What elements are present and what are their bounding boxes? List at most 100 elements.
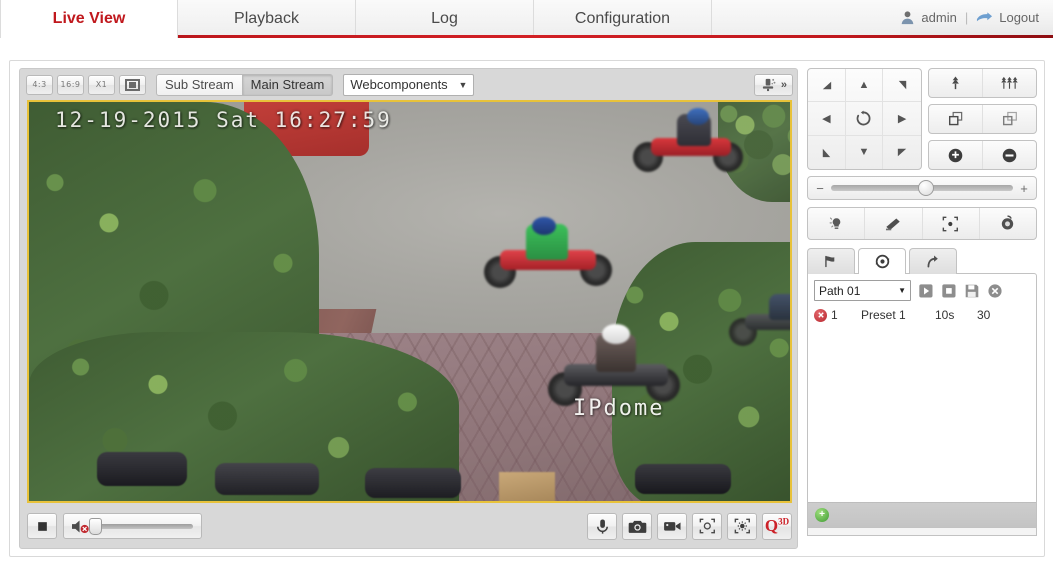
patrol-row-preset: Preset 1 [861,308,906,322]
ptz-down-left-button[interactable] [808,135,846,169]
sub-stream-label: Sub Stream [165,77,234,92]
zoom-out-button[interactable] [982,69,1036,97]
arrow-up-right-icon [896,79,909,92]
arrow-up-left-icon [820,79,833,92]
aspect-original-label: X1 [95,80,108,89]
tab-log[interactable]: Log [356,0,534,38]
wiper-button[interactable] [864,208,921,239]
main-stream-button[interactable]: Main Stream [242,73,334,96]
ptz-panel-footer [807,528,1037,536]
wiper-icon [884,216,903,232]
volume-slider-handle[interactable] [89,517,102,535]
ptz-auto-scan-button[interactable] [845,102,884,136]
iris-open-button[interactable] [929,141,982,169]
logout-arrow-icon[interactable] [976,11,993,25]
aspect-4-3-button[interactable]: 4:3 [26,74,53,95]
zoom-in-tree-icon [948,75,963,91]
content-frame: 4:3 16:9 X1 Sub Stream Main Stream Webco… [9,60,1045,557]
video-display[interactable]: 12-19-2015 Sat 16:27:59 IPdome [27,100,792,503]
q3d-icon: Q3D [764,516,790,535]
ptz-speed-slider[interactable]: − + [807,176,1037,200]
patrol-tab[interactable] [858,248,906,274]
save-patrol-button[interactable] [963,282,980,299]
stream-selector: Sub Stream Main Stream [156,73,334,96]
player-bar-right: Q3D [587,512,792,540]
arrow-down-icon: ▼ [858,146,870,159]
image-adjust-button[interactable] [727,512,757,540]
table-row[interactable]: 1 Preset 1 10s 30 [808,305,1036,325]
ptz-zoom-focus-iris [928,68,1037,170]
auxiliary-focus-button[interactable] [921,208,979,239]
fullscreen-button[interactable] [119,74,146,95]
lens-initialization-button[interactable] [978,208,1036,239]
arrow-down-right-icon [896,146,909,159]
page-body: 4:3 16:9 X1 Sub Stream Main Stream Webco… [0,41,1053,567]
ptz-right-button[interactable]: ▶ [883,102,921,136]
patrol-row-dwell: 10s [935,308,955,322]
stop-button[interactable] [27,513,57,539]
delete-patrol-button[interactable] [986,282,1003,299]
microphone-button[interactable] [587,512,617,540]
3d-positioning-button[interactable]: Q3D [762,512,792,540]
digital-zoom-button[interactable] [692,512,722,540]
video-scene [29,102,790,501]
speed-decrease-label[interactable]: − [816,181,824,196]
ptz-left-button[interactable]: ◀ [808,102,846,136]
snapshot-button[interactable] [622,512,652,540]
ptz-panel: ▲ ◀ ▶ ▼ − + Path 01 ▼ 1 Preset 1 10s 30 … [807,68,1037,549]
ptz-focus-row [928,104,1037,134]
stop-patrol-button[interactable] [940,282,957,299]
microphone-icon [595,518,610,535]
focus-near-button[interactable] [929,105,982,133]
start-patrol-button[interactable] [917,282,934,299]
player-bar: Q3D [27,509,792,543]
patrol-path-select[interactable]: Path 01 ▼ [814,280,911,301]
pattern-arrow-icon [925,254,942,270]
volume-slider-track[interactable] [89,517,193,535]
delete-row-icon[interactable] [814,308,827,322]
ptz-auxiliary-row [807,207,1037,240]
focus-far-button[interactable] [982,105,1036,133]
light-bulb-icon [828,215,845,232]
lens-expand-button[interactable]: » [753,73,793,96]
auto-focus-icon [942,216,959,232]
lens-init-icon [999,215,1016,232]
tab-configuration[interactable]: Configuration [534,0,712,38]
lens-icon [760,77,777,92]
record-button[interactable] [657,512,687,540]
chevron-down-icon: ▼ [458,79,468,90]
volume-control[interactable] [63,513,202,539]
sub-stream-button[interactable]: Sub Stream [156,73,243,96]
speed-slider-handle[interactable] [918,180,935,196]
scene-motorbike-4 [729,292,790,348]
logout-button[interactable]: Logout [999,10,1039,25]
add-patrol-point-button[interactable]: + [815,508,829,522]
user-separator: | [964,10,969,25]
ptz-down-right-button[interactable] [883,136,921,169]
light-button[interactable] [808,208,864,239]
preset-tab[interactable] [807,248,855,274]
plugin-select[interactable]: Webcomponents ▼ [343,73,475,96]
main-stream-label: Main Stream [250,77,325,92]
scene-motorbike-2 [484,217,624,292]
ptz-down-button[interactable]: ▼ [846,135,884,169]
tab-playback[interactable]: Playback [178,0,356,38]
ptz-direction-pad: ▲ ◀ ▶ ▼ [807,68,922,170]
tab-live-view[interactable]: Live View [0,0,178,38]
aspect-4-3-label: 4:3 [32,80,47,89]
patrol-add-bar: + [808,502,1036,527]
ptz-up-right-button[interactable] [883,69,921,103]
ptz-up-left-button[interactable] [808,69,846,103]
aspect-16-9-button[interactable]: 16:9 [57,74,84,95]
pattern-tab[interactable] [909,248,957,274]
aspect-original-button[interactable]: X1 [88,74,115,95]
ptz-zoom-row [928,68,1037,98]
speed-increase-label[interactable]: + [1020,181,1028,196]
speed-slider-track[interactable] [831,180,1013,196]
speaker-muted-icon[interactable] [70,518,91,535]
arrow-left-icon: ◀ [822,112,831,125]
iris-close-button[interactable] [982,141,1036,169]
patrol-row-number: 1 [831,308,838,322]
ptz-up-button[interactable]: ▲ [845,69,884,103]
zoom-in-button[interactable] [929,69,982,97]
